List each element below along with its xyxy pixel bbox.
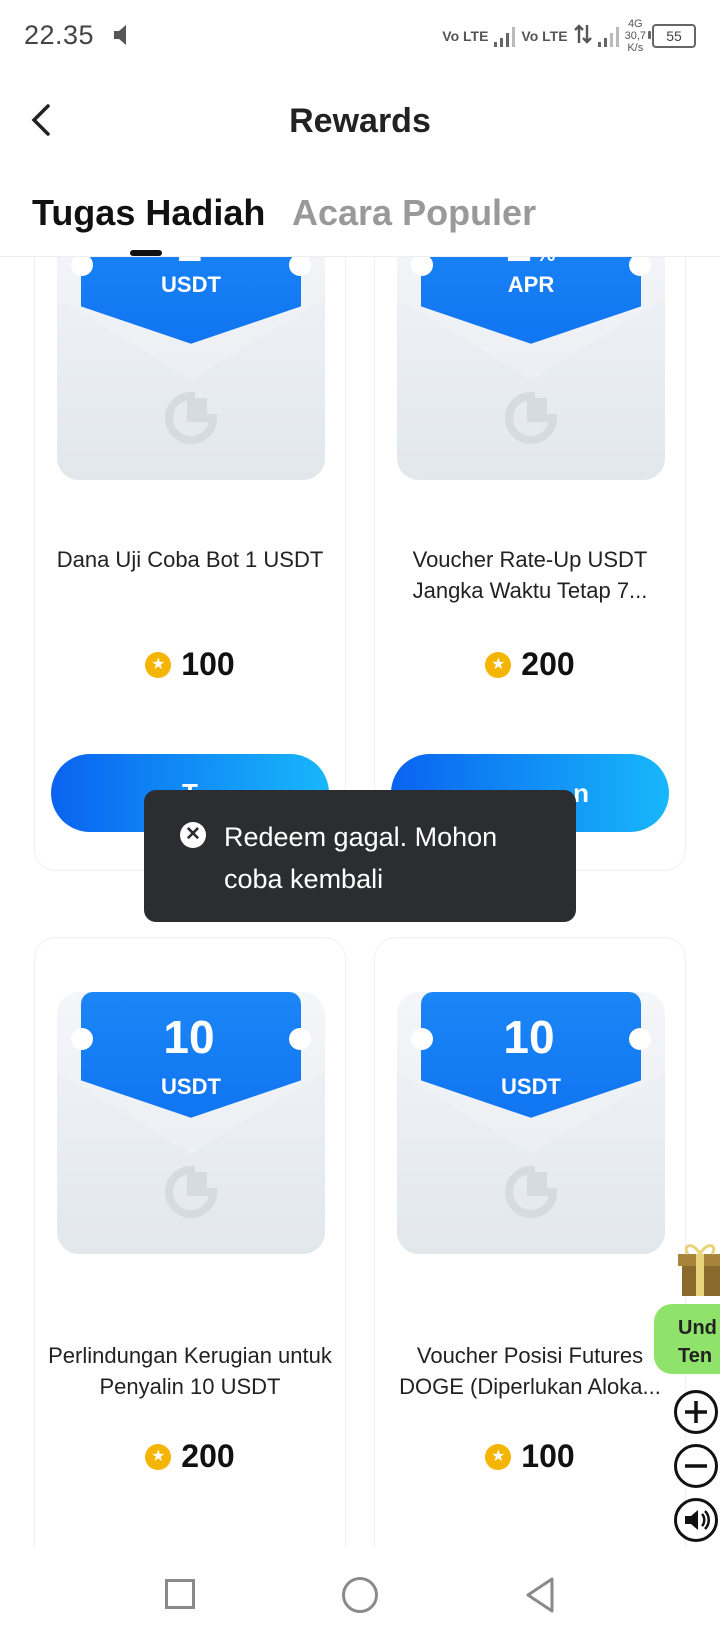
reward-price: ★ 100: [375, 1438, 685, 1475]
reward-title: Voucher Posisi Futures DOGE (Diperlukan …: [399, 1343, 661, 1399]
sound-button[interactable]: [674, 1498, 718, 1542]
voucher-amount: 2%: [421, 257, 641, 272]
reward-price: ★ 200: [35, 1438, 345, 1475]
reward-card[interactable]: 10 USDT Perlindungan Kerugian untuk Peny…: [34, 937, 346, 1547]
voucher-image: 2% APR: [397, 257, 665, 480]
system-nav-bar: [0, 1547, 720, 1640]
speed-unit: K/s: [627, 42, 644, 54]
reward-title: Dana Uji Coba Bot 1 USDT: [56, 547, 324, 572]
gift-box-icon[interactable]: [676, 1236, 720, 1300]
recents-button[interactable]: [165, 1579, 195, 1609]
reward-title: Perlindungan Kerugian untuk Penyalin 10 …: [48, 1343, 332, 1399]
reward-price: ★ 200: [375, 646, 685, 683]
volume-icon: [112, 24, 130, 51]
tab-bar: Tugas Hadiah Acara Populer: [0, 170, 720, 257]
promo-label-2: Ten: [678, 1345, 713, 1367]
speaker-icon: [685, 1510, 710, 1530]
voucher-image: 1 USDT: [57, 257, 325, 480]
star-coin-icon: ★: [145, 651, 172, 678]
speed-value: 30,7: [624, 30, 646, 42]
voucher-amount: 1: [81, 257, 301, 272]
brand-logo-icon: [505, 1165, 558, 1218]
voucher-image: 10 USDT: [57, 992, 325, 1254]
voucher-image: 10 USDT: [397, 992, 665, 1254]
status-time: 22.35: [24, 20, 95, 50]
star-coin-icon: ★: [485, 651, 512, 678]
page-title: Rewards: [289, 102, 431, 140]
back-triangle-icon[interactable]: [522, 1575, 558, 1615]
star-coin-icon: ★: [485, 1443, 512, 1470]
data-transfer-icon: [573, 23, 592, 50]
status-bar: 22.35 Vo LTE Vo LTE 4G 30,7 K/s 55: [0, 0, 720, 74]
reward-card[interactable]: 2% APR Voucher Rate-Up USDT Jangka Waktu…: [374, 257, 686, 871]
home-button[interactable]: [342, 1577, 378, 1613]
voucher-unit: USDT: [161, 272, 221, 297]
network-type: 4G: [627, 18, 643, 30]
voucher-unit: APR: [507, 272, 555, 297]
zoom-in-button[interactable]: [674, 1390, 718, 1434]
signal-icon-2: [597, 25, 619, 47]
volte-indicator-1: Vo LTE: [442, 27, 489, 44]
minus-icon: [685, 1464, 707, 1468]
voucher-amount: 10: [163, 1011, 215, 1063]
battery-indicator: 55: [648, 24, 696, 48]
tab-tugas-hadiah[interactable]: Tugas Hadiah: [32, 192, 265, 234]
close-circle-icon: ✕: [180, 822, 206, 848]
voucher-unit: USDT: [501, 1074, 561, 1099]
promo-label-1: Und: [678, 1317, 717, 1339]
reward-price: ★ 100: [35, 646, 345, 683]
plus-icon: [685, 1401, 707, 1423]
star-coin-icon: ★: [145, 1443, 172, 1470]
voucher-unit: USDT: [161, 1074, 221, 1099]
active-tab-indicator: [130, 250, 162, 256]
network-speed: 4G 30,7 K/s: [625, 18, 646, 54]
app-header: Rewards: [0, 74, 720, 170]
brand-logo-icon: [505, 391, 558, 444]
reward-title: Voucher Rate-Up USDT Jangka Waktu Tetap …: [412, 547, 648, 603]
zoom-out-button[interactable]: [674, 1444, 718, 1488]
reward-card[interactable]: 1 USDT Dana Uji Coba Bot 1 USDT ★ 100 T: [34, 257, 346, 871]
brand-logo-icon: [165, 391, 218, 444]
toast-message: Redeem gagal. Mohon coba kembali: [224, 822, 498, 894]
floating-promo-badge[interactable]: Und Ten: [654, 1304, 720, 1374]
signal-icon-1: [494, 25, 516, 47]
voucher-amount: 10: [503, 1011, 555, 1063]
error-toast: ✕ Redeem gagal. Mohon coba kembali: [144, 790, 576, 922]
tab-acara-populer[interactable]: Acara Populer: [292, 192, 536, 234]
volte-indicator-2: Vo LTE: [521, 27, 568, 44]
brand-logo-icon: [165, 1165, 218, 1218]
reward-card[interactable]: 10 USDT Voucher Posisi Futures DOGE (Dip…: [374, 937, 686, 1547]
